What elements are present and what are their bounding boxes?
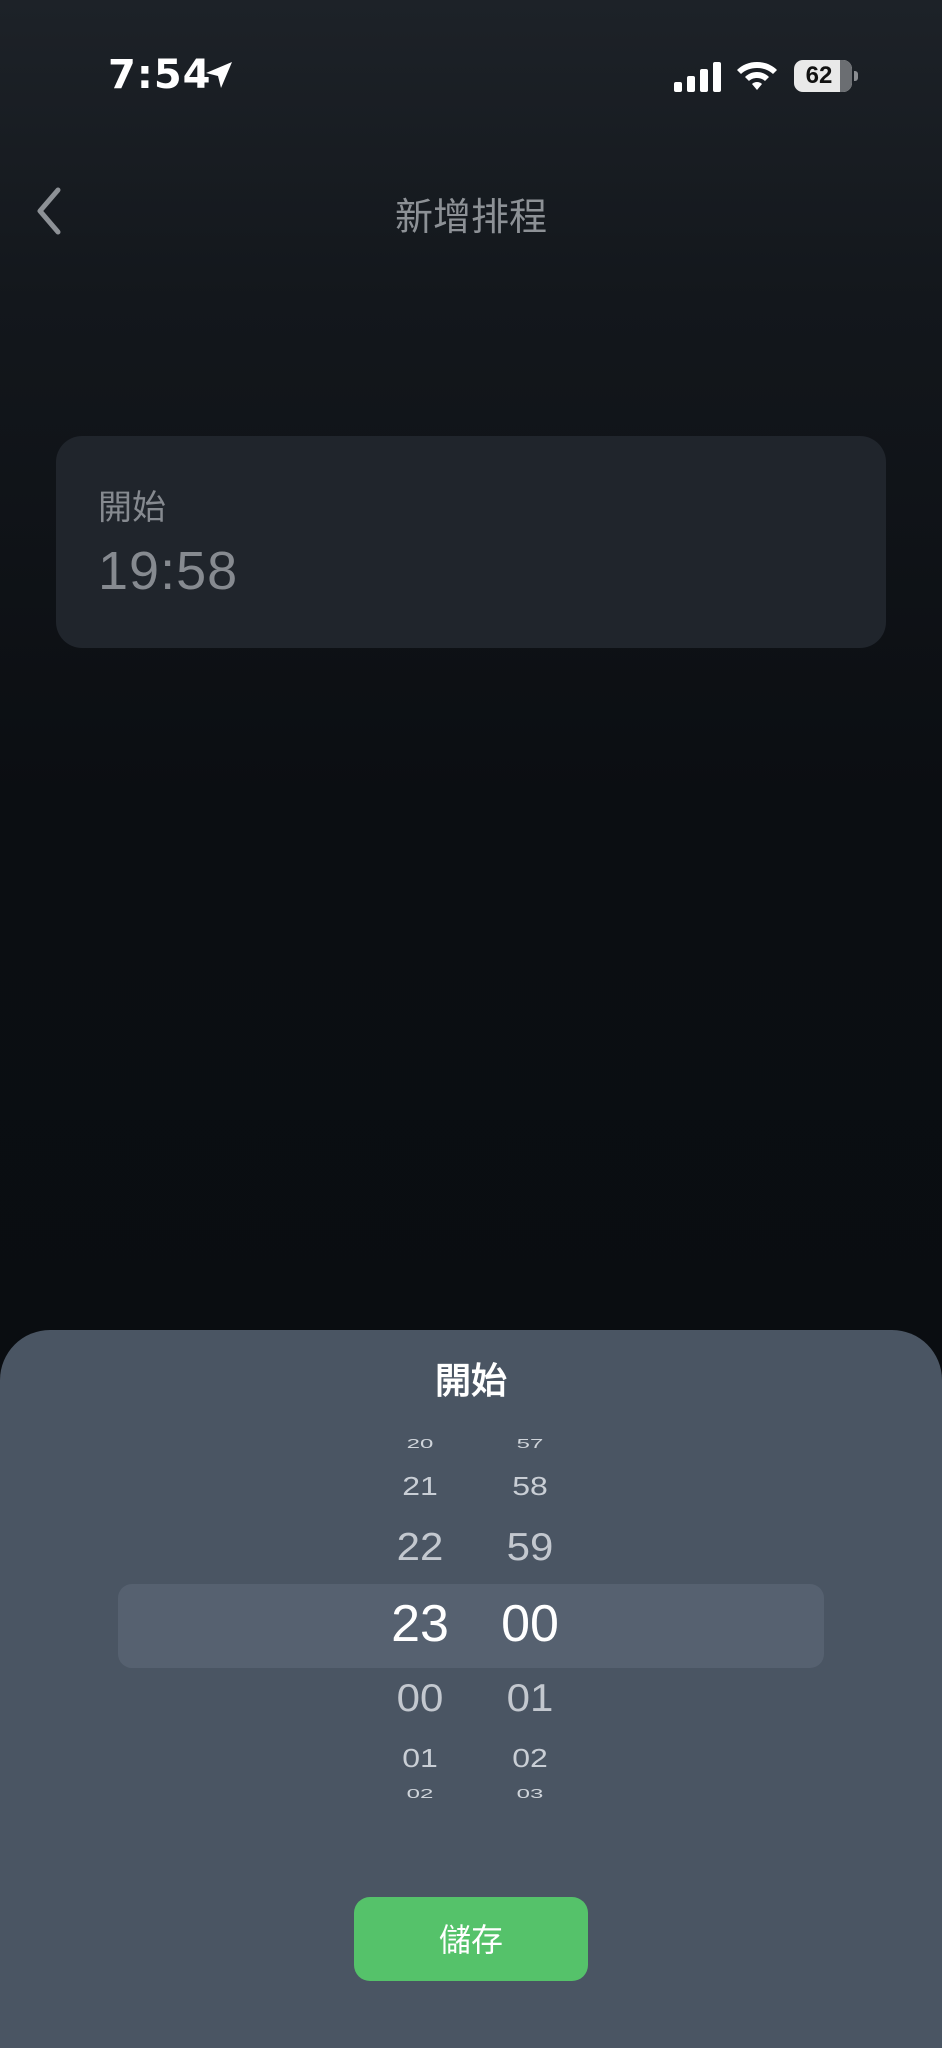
start-time-value: 19:58 [98,541,239,601]
status-bar: 7:54 62 [0,0,942,150]
minute-option[interactable]: 02 [460,1744,600,1774]
status-time: 7:54 [108,52,212,98]
start-time-card[interactable]: 開始 19:58 [56,436,886,648]
minute-option-selected[interactable]: 00 [460,1594,600,1654]
time-picker-sheet: 開始 20 21 22 23 00 01 02 57 58 59 00 01 0… [0,1330,942,2048]
start-label: 開始 [98,488,166,528]
save-button[interactable]: 儲存 [354,1897,588,1981]
wifi-icon [737,62,777,90]
location-arrow-icon [206,62,232,88]
battery-level: 62 [805,62,833,89]
cellular-signal-icon [674,62,721,92]
minute-option[interactable]: 03 [460,1786,600,1801]
minute-option[interactable]: 58 [460,1472,600,1502]
minute-option[interactable]: 01 [460,1676,600,1720]
battery-icon: 62 [794,60,858,92]
minute-option[interactable]: 57 [460,1436,600,1451]
minute-option[interactable]: 59 [460,1525,600,1569]
page-title: 新增排程 [394,195,547,239]
sheet-title: 開始 [434,1361,507,1402]
